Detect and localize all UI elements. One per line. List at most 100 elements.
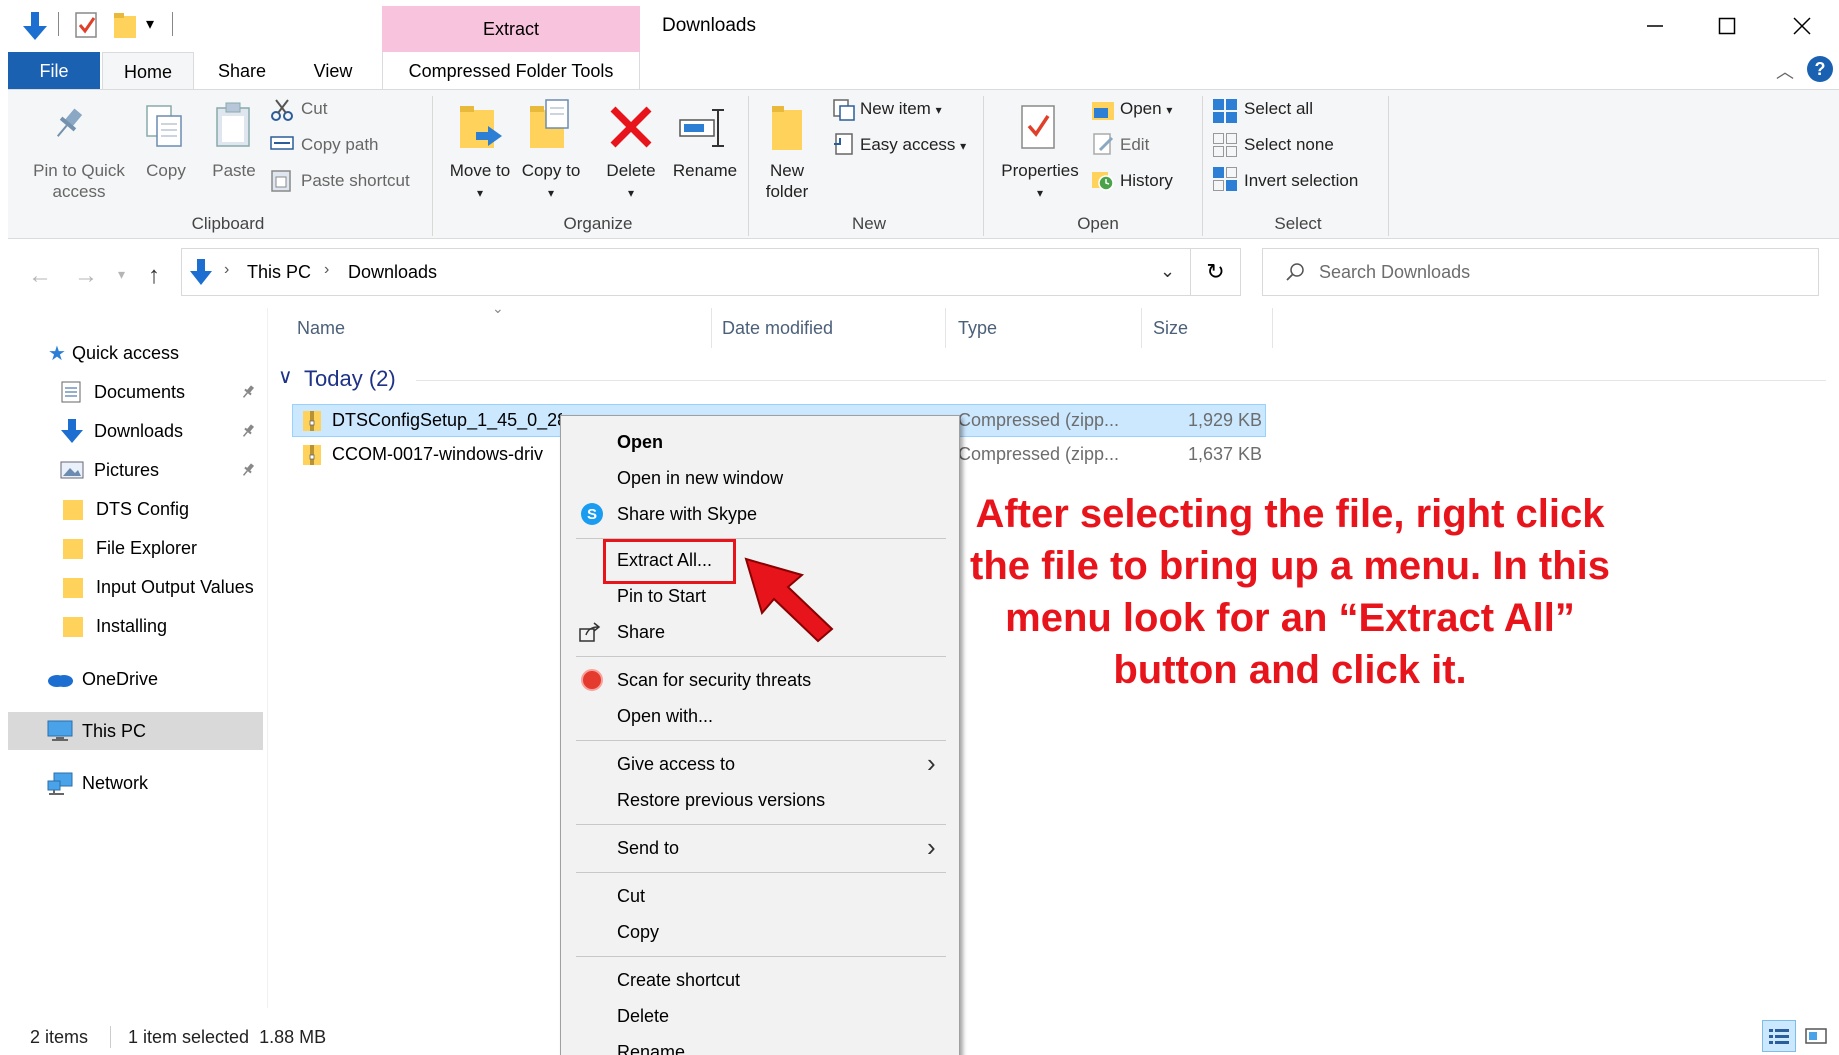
move-to-button[interactable]: Move to ▾ <box>446 160 514 204</box>
menu-item-extract-all[interactable]: Extract All... <box>617 550 712 571</box>
details-view-button[interactable] <box>1762 1020 1796 1052</box>
menu-item-rename[interactable]: Rename <box>617 1042 685 1055</box>
menu-item-restore[interactable]: Restore previous versions <box>617 790 825 811</box>
paste-button[interactable]: Paste <box>204 160 264 181</box>
delete-button[interactable]: Delete ▾ <box>596 160 666 204</box>
qa-divider <box>172 12 173 36</box>
menu-item-copy[interactable]: Copy <box>617 922 659 943</box>
maximize-button[interactable] <box>1697 8 1757 44</box>
new-item-button[interactable]: New item ▾ <box>860 99 942 119</box>
breadcrumb-this-pc[interactable]: This PC <box>247 262 311 283</box>
menu-item-open-with[interactable]: Open with... <box>617 706 713 727</box>
nav-item-downloads[interactable]: Downloads <box>60 414 183 448</box>
up-arrow-icon[interactable]: ↑ <box>148 262 160 290</box>
menu-item-open-new-window[interactable]: Open in new window <box>617 468 783 489</box>
menu-item-scan[interactable]: Scan for security threats <box>617 670 811 691</box>
easy-access-button[interactable]: Easy access ▾ <box>860 135 966 155</box>
menu-item-pin-to-start[interactable]: Pin to Start <box>617 586 706 607</box>
group-divider <box>432 96 433 236</box>
column-header-name[interactable]: Name <box>297 318 345 339</box>
close-icon <box>1793 17 1811 35</box>
group-header-line <box>416 380 1826 381</box>
security-scan-icon <box>581 669 603 691</box>
computer-icon <box>47 720 73 741</box>
rename-button[interactable]: Rename <box>664 160 746 181</box>
invert-selection-button[interactable]: Invert selection <box>1244 171 1358 191</box>
cut-button[interactable]: Cut <box>301 99 327 119</box>
search-box[interactable]: Search Downloads <box>1262 248 1819 296</box>
nav-item-pictures[interactable]: Pictures <box>60 453 159 487</box>
nav-onedrive[interactable]: OneDrive <box>46 662 158 696</box>
tab-compressed-label: Compressed Folder Tools <box>408 60 614 81</box>
down-arrow-icon[interactable] <box>20 10 50 42</box>
nav-quick-access[interactable]: ★ Quick access <box>48 336 179 370</box>
ribbon-collapse-icon[interactable]: ︿ <box>1776 58 1794 84</box>
tab-share[interactable]: Share <box>200 52 284 90</box>
qa-customize-icon[interactable]: ▾ <box>146 14 154 34</box>
group-label-clipboard: Clipboard <box>191 214 265 233</box>
menu-item-share[interactable]: Share <box>617 622 665 643</box>
refresh-button[interactable]: ↻ <box>1191 248 1241 296</box>
address-dropdown-icon[interactable]: ⌄ <box>1160 261 1175 282</box>
nav-network[interactable]: Network <box>46 766 148 800</box>
column-header-type[interactable]: Type <box>958 318 997 339</box>
menu-item-share-skype[interactable]: Share with Skype <box>617 504 757 525</box>
copy-button[interactable]: Copy <box>136 160 196 181</box>
menu-item-send-to[interactable]: Send to <box>617 838 679 859</box>
column-divider <box>1141 308 1142 348</box>
new-folder-button[interactable]: New folder <box>754 160 820 202</box>
copy-path-icon <box>270 134 294 152</box>
back-arrow-icon[interactable]: ← <box>28 262 52 290</box>
forward-arrow-icon[interactable]: → <box>74 262 98 290</box>
large-icons-view-button[interactable] <box>1800 1020 1832 1052</box>
group-header-today[interactable]: Today (2) <box>304 366 396 392</box>
copy-to-button[interactable]: Copy to ▾ <box>516 160 586 204</box>
minimize-button[interactable] <box>1625 8 1685 44</box>
menu-separator <box>576 956 946 957</box>
help-icon[interactable]: ? <box>1807 56 1833 82</box>
history-button[interactable]: History <box>1120 171 1173 191</box>
menu-item-give-access[interactable]: Give access to <box>617 754 735 775</box>
menu-item-cut[interactable]: Cut <box>617 886 645 907</box>
nav-item-dts-config[interactable]: DTS Config <box>62 492 189 526</box>
invert-selection-icon <box>1212 166 1238 192</box>
select-all-button[interactable]: Select all <box>1244 99 1313 119</box>
select-none-button[interactable]: Select none <box>1244 135 1334 155</box>
tab-home[interactable]: Home <box>102 52 194 91</box>
nav-item-file-explorer[interactable]: File Explorer <box>62 531 197 565</box>
new-folder-icon[interactable] <box>112 10 138 40</box>
tab-file[interactable]: File <box>8 52 100 90</box>
address-bar[interactable]: › This PC › Downloads ⌄ <box>181 248 1191 296</box>
nav-item-installing[interactable]: Installing <box>62 609 167 643</box>
breadcrumb-downloads[interactable]: Downloads <box>348 262 437 283</box>
menu-item-open[interactable]: Open <box>617 432 663 453</box>
paste-shortcut-button[interactable]: Paste shortcut <box>301 171 410 191</box>
tab-view[interactable]: View <box>290 52 376 90</box>
pin-quick-access-button[interactable]: Pin to Quick access <box>18 160 140 202</box>
open-button[interactable]: Open ▾ <box>1120 99 1172 119</box>
edit-button[interactable]: Edit <box>1120 135 1149 155</box>
file-name[interactable]: CCOM-0017-windows-driv <box>332 444 562 465</box>
column-header-size[interactable]: Size <box>1153 318 1188 339</box>
column-header-date[interactable]: Date modified <box>722 318 833 339</box>
properties-check-icon[interactable] <box>74 10 100 40</box>
column-divider <box>945 308 946 348</box>
nav-this-pc-label: This PC <box>82 720 147 741</box>
nav-this-pc[interactable]: This PC <box>46 714 146 748</box>
tab-compressed-folder-tools[interactable]: Compressed Folder Tools <box>382 52 640 90</box>
nav-item-input-output-values[interactable]: Input Output Values <box>62 570 264 604</box>
copy-path-button[interactable]: Copy path <box>301 135 379 155</box>
group-collapse-icon[interactable]: ∨ <box>278 364 293 389</box>
nav-item-label: Input Output Values <box>96 576 254 597</box>
group-label-select: Select <box>1274 214 1322 233</box>
menu-item-create-shortcut[interactable]: Create shortcut <box>617 970 740 991</box>
recent-locations-icon[interactable]: ▾ <box>118 266 125 283</box>
nav-item-documents[interactable]: Documents <box>60 375 185 409</box>
menu-item-delete[interactable]: Delete <box>617 1006 669 1027</box>
properties-button[interactable]: Properties ▾ <box>990 160 1090 204</box>
pin-icon <box>240 384 256 400</box>
extract-context-tab[interactable]: Extract <box>382 6 640 52</box>
zip-folder-icon <box>302 409 322 433</box>
nav-quick-access-label: Quick access <box>71 342 179 363</box>
close-button[interactable] <box>1772 8 1832 44</box>
